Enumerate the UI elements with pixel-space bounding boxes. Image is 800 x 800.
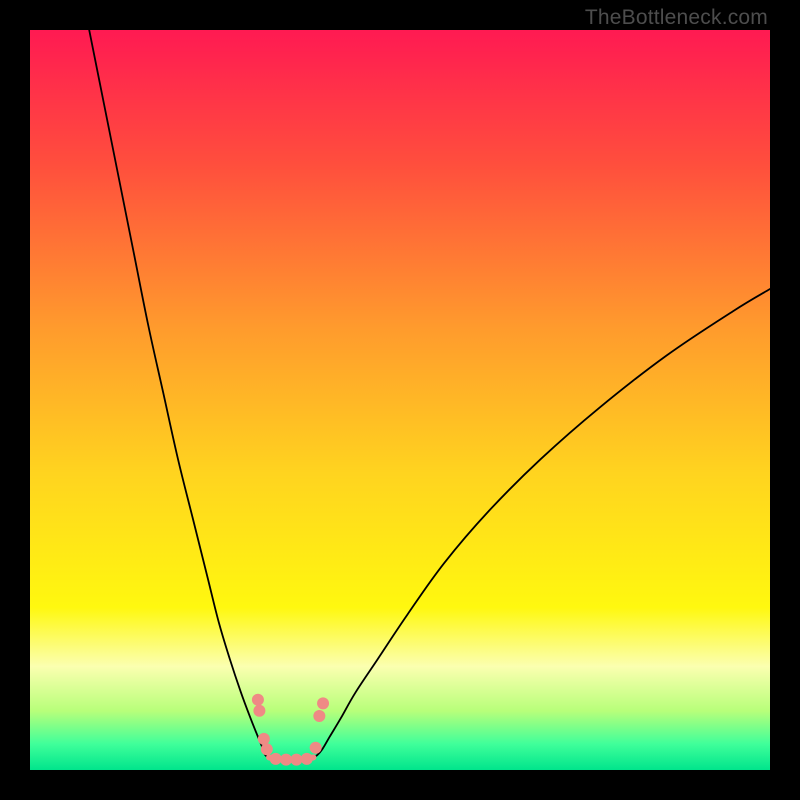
dot-right-upper-a — [317, 697, 329, 709]
dot-left-upper-b — [253, 705, 265, 717]
dot-right-lower-a — [310, 742, 322, 754]
dot-left-upper-a — [252, 694, 264, 706]
watermark-text: TheBottleneck.com — [585, 6, 768, 30]
dot-floor-3 — [290, 754, 302, 766]
chart-frame: TheBottleneck.com — [0, 0, 800, 800]
dot-left-lower-a — [258, 733, 270, 745]
dot-floor-2 — [280, 754, 292, 766]
plot-area — [30, 30, 770, 770]
dot-right-upper-b — [313, 710, 325, 722]
background-gradient — [30, 30, 770, 770]
dot-left-lower-b — [261, 743, 273, 755]
dot-floor-1 — [270, 753, 282, 765]
dot-floor-4 — [301, 753, 313, 765]
chart-svg — [30, 30, 770, 770]
